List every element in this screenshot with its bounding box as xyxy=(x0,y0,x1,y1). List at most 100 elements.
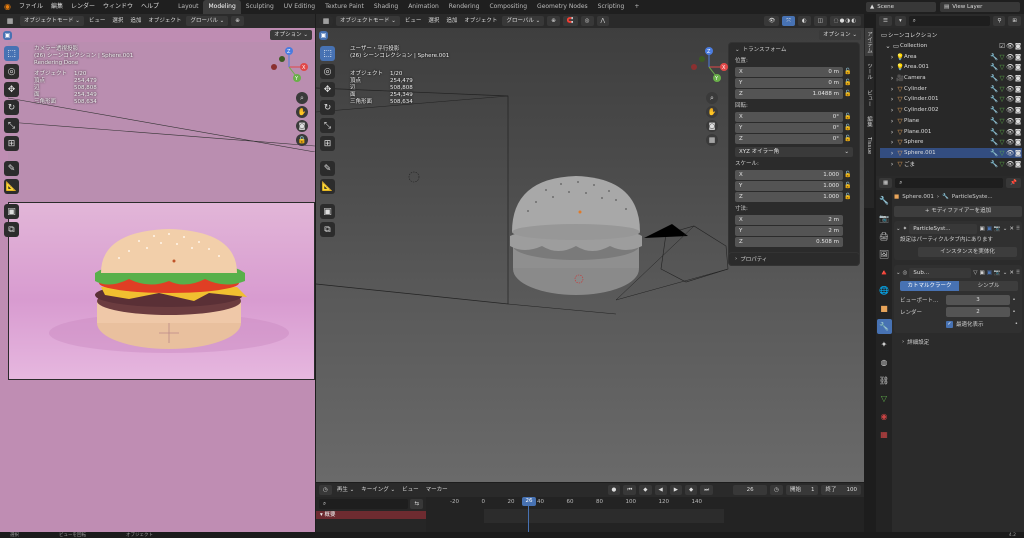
tab-tissue[interactable]: Tissue xyxy=(866,134,872,157)
scene-collection-row[interactable]: ▭ シーンコレクション xyxy=(880,30,1022,41)
play-icon[interactable]: ▶ xyxy=(669,485,682,495)
chevron-right-icon[interactable]: › xyxy=(888,149,896,157)
modifier-wrench-icon[interactable]: 🔧 xyxy=(990,106,998,114)
modifier-tab-icon[interactable]: 🔧 xyxy=(876,319,892,334)
next-keyframe-icon[interactable]: ◆ xyxy=(684,485,698,495)
viewport-toggle-icon[interactable]: ▣ xyxy=(987,270,992,276)
lock-icon[interactable]: 🔓 xyxy=(843,113,853,120)
playhead[interactable]: 26 xyxy=(522,497,536,506)
menu-edit[interactable]: 編集 xyxy=(47,0,67,14)
subsurf-name-field[interactable]: Sub... xyxy=(909,267,972,278)
pivot-icon[interactable]: ⊕ xyxy=(231,16,244,26)
outliner-item[interactable]: › ▽ Sphere 🔧 ▽ 👁 ◙ xyxy=(880,137,1022,148)
constraints-tab-icon[interactable]: ⛓ xyxy=(877,373,892,388)
new-collection-icon[interactable]: ⊞ xyxy=(1008,16,1021,26)
mesh-data-icon[interactable]: ▽ xyxy=(998,74,1006,82)
dimensions-x-field[interactable]: X 2 m xyxy=(735,214,843,225)
lock-icon[interactable]: 🔓 xyxy=(843,124,853,131)
prev-keyframe-icon[interactable]: ◆ xyxy=(639,485,652,495)
particle-modifier-name-field[interactable]: ParticleSyst... xyxy=(909,223,978,234)
navigation-gizmo[interactable]: X Z Y xyxy=(686,44,732,90)
simple-button[interactable]: シンプル xyxy=(959,281,1018,291)
annotate-tool-icon[interactable]: ✎ xyxy=(320,161,335,176)
scale-y-field[interactable]: Y 1.000 xyxy=(735,180,843,191)
rotation-z-field[interactable]: Z 0° xyxy=(735,133,843,144)
ortho-grid-icon[interactable]: ▦ xyxy=(706,134,718,146)
timeline-editor-type-icon[interactable]: ◷ xyxy=(319,485,332,495)
camera-toggle-icon[interactable]: ◙ xyxy=(1014,138,1022,146)
levels-viewport-field[interactable]: 3 xyxy=(946,295,1010,305)
outliner-item[interactable]: › ▽ Plane 🔧 ▽ 👁 ◙ xyxy=(880,116,1022,127)
outliner-item[interactable]: › 🎥 Camera 🔧 ▽ 👁 ◙ xyxy=(880,73,1022,84)
camera-toggle-icon[interactable]: ◙ xyxy=(1014,85,1022,93)
chevron-down-icon[interactable]: ⌄ xyxy=(896,226,901,232)
mesh-data-icon[interactable]: ▽ xyxy=(998,63,1006,71)
physics-tab-icon[interactable]: ◍ xyxy=(877,355,892,370)
levels-render-field[interactable]: 2 xyxy=(946,307,1010,317)
modifier-wrench-icon[interactable]: 🔧 xyxy=(990,117,998,125)
transform-tool-icon[interactable]: ⊞ xyxy=(320,136,335,151)
location-x-field[interactable]: X 0 m xyxy=(735,66,843,77)
world-tab-icon[interactable]: 🌐 xyxy=(877,283,892,298)
camera-toggle-icon[interactable]: ◙ xyxy=(1014,63,1022,71)
location-y-field[interactable]: Y 0 m xyxy=(735,77,843,88)
select-box-icon[interactable]: ▣ xyxy=(3,30,12,40)
tab-view[interactable]: ビュー xyxy=(865,87,873,110)
lock-icon[interactable]: 🔓 xyxy=(843,182,853,189)
measure-tool-icon[interactable]: 📐 xyxy=(4,179,19,194)
add-object-tool-icon[interactable]: ⧉ xyxy=(320,222,335,237)
zoom-icon[interactable]: ⌕ xyxy=(296,92,308,104)
menu-window[interactable]: ウィンドウ xyxy=(99,0,137,14)
pan-hand-icon[interactable]: ✋ xyxy=(296,106,308,118)
camera-view-icon[interactable]: ◙ xyxy=(296,120,308,132)
add-menu[interactable]: 追加 xyxy=(128,14,143,28)
checkbox-icon[interactable]: ☑ xyxy=(998,42,1006,50)
timeline-search-field[interactable]: ⌕ xyxy=(319,499,409,509)
jump-start-icon[interactable]: ⏮ xyxy=(623,485,637,495)
modifier-wrench-icon[interactable]: 🔧 xyxy=(990,63,998,71)
lock-icon[interactable]: 🔓 xyxy=(843,79,853,86)
filter-icon[interactable]: ⇆ xyxy=(410,499,423,509)
scale-x-field[interactable]: X 1.000 xyxy=(735,169,843,180)
viewport-toggle-icon[interactable]: ▣ xyxy=(987,226,992,232)
animate-property-icon[interactable]: • xyxy=(1015,321,1018,327)
rotation-mode-dropdown[interactable]: XYZ オイラー角 ⌄ xyxy=(735,146,853,157)
eye-icon[interactable]: 👁 xyxy=(1006,95,1014,103)
current-frame-field[interactable]: 26 xyxy=(733,485,768,495)
options-dropdown[interactable]: オプション ⌄ xyxy=(270,30,312,40)
scene-selector[interactable]: ▲ Scene xyxy=(866,2,936,12)
drag-handle-icon[interactable]: ⠿ xyxy=(1016,226,1020,232)
add-cube-tool-icon[interactable]: ▣ xyxy=(4,204,19,219)
add-object-tool-icon[interactable]: ⧉ xyxy=(4,222,19,237)
chevron-right-icon[interactable]: › xyxy=(888,74,896,82)
object-menu[interactable]: オブジェクト xyxy=(146,14,183,28)
measure-tool-icon[interactable]: 📐 xyxy=(320,179,335,194)
chevron-right-icon[interactable]: › xyxy=(888,160,896,168)
render-toggle-icon[interactable]: 📷 xyxy=(994,226,1001,232)
mesh-data-icon[interactable]: ▽ xyxy=(998,149,1006,157)
eye-icon[interactable]: 👁 xyxy=(1006,53,1014,61)
view-menu[interactable]: ビュー xyxy=(400,483,421,497)
tab-edit[interactable]: 編集 xyxy=(865,113,873,130)
lock-icon[interactable]: 🔓 xyxy=(843,135,853,142)
location-z-field[interactable]: Z 1.0488 m xyxy=(735,88,843,99)
blender-logo-icon[interactable]: ◉ xyxy=(0,0,15,14)
lock-icon[interactable]: 🔓 xyxy=(843,90,853,97)
start-frame-field[interactable]: 開始 1 xyxy=(785,485,819,495)
scene-tab-icon[interactable]: 🔺 xyxy=(877,265,892,280)
catmull-clark-button[interactable]: カトマルクラーク xyxy=(900,281,959,291)
chevron-right-icon[interactable]: › xyxy=(888,128,896,136)
outliner-item[interactable]: › ▽ Cylinder.001 🔧 ▽ 👁 ◙ xyxy=(880,94,1022,105)
properties-editor-icon[interactable]: ▦ xyxy=(879,178,893,188)
modifier-wrench-icon[interactable]: 🔧 xyxy=(990,53,998,61)
checkbox-checked-icon[interactable]: ✓ xyxy=(946,320,953,328)
eye-icon[interactable]: 👁 xyxy=(1006,160,1014,168)
rotation-y-field[interactable]: Y 0° xyxy=(735,122,843,133)
camera-toggle-icon[interactable]: ◙ xyxy=(1014,106,1022,114)
texture-tab-icon[interactable]: ▦ xyxy=(877,427,892,442)
view-menu[interactable]: ビュー xyxy=(87,14,108,28)
play-reverse-icon[interactable]: ◀ xyxy=(654,485,667,495)
keying-menu[interactable]: キーイング ⌄ xyxy=(359,483,397,497)
eye-icon[interactable]: 👁 xyxy=(1006,85,1014,93)
outliner-item[interactable]: › ▽ Sphere.001 🔧 ▽ 👁 ◙ xyxy=(880,147,1022,159)
